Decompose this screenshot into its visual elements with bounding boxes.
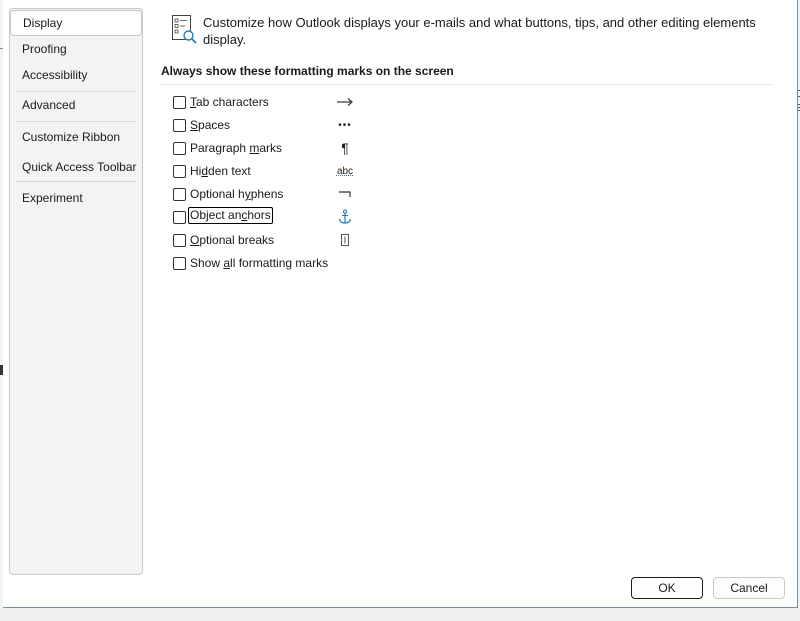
sidebar-item-display[interactable]: Display <box>10 10 142 36</box>
option-show-all-formatting-marks: Show all formatting marks <box>173 253 373 273</box>
tab-characters-checkbox[interactable] <box>173 96 186 109</box>
option-spaces: Spaces ••• <box>173 115 373 135</box>
anchor-icon <box>335 207 355 227</box>
optional-hyphens-label[interactable]: Optional hyphens <box>190 186 283 202</box>
arrow-right-icon <box>335 92 355 112</box>
sidebar-item-advanced[interactable]: Advanced <box>14 92 138 118</box>
optional-breaks-label[interactable]: Optional breaks <box>190 232 274 248</box>
sidebar-item-accessibility[interactable]: Accessibility <box>14 62 138 88</box>
sidebar-divider <box>16 121 136 122</box>
spaces-checkbox[interactable] <box>173 119 186 132</box>
option-hidden-text: Hidden text abc <box>173 161 373 181</box>
object-anchors-label[interactable]: Object anchors <box>188 207 273 224</box>
options-sidebar: Display Proofing Accessibility Advanced … <box>9 8 143 575</box>
hidden-text-label[interactable]: Hidden text <box>190 163 251 179</box>
object-anchors-checkbox[interactable] <box>173 211 186 224</box>
option-optional-hyphens: Optional hyphens <box>173 184 373 204</box>
section-title: Always show these formatting marks on th… <box>161 64 454 78</box>
hidden-text-icon: abc <box>336 165 354 177</box>
option-optional-breaks: Optional breaks <box>173 230 373 250</box>
tab-characters-label[interactable]: Tab characters <box>190 94 269 110</box>
header-description: Customize how Outlook displays your e-ma… <box>203 14 783 48</box>
option-paragraph-marks: Paragraph marks ¶ <box>173 138 373 158</box>
paragraph-marks-label[interactable]: Paragraph marks <box>190 140 282 156</box>
section-divider <box>161 84 773 85</box>
options-dialog: Display Proofing Accessibility Advanced … <box>3 0 798 608</box>
display-settings-icon <box>171 14 199 46</box>
sidebar-item-quick-access-toolbar[interactable]: Quick Access Toolbar <box>14 154 138 180</box>
sidebar-item-proofing[interactable]: Proofing <box>14 36 138 62</box>
sidebar-item-experiment[interactable]: Experiment <box>14 185 138 211</box>
header-description-line2: display. <box>203 32 247 47</box>
spaces-label[interactable]: Spaces <box>190 117 230 133</box>
sidebar-divider <box>16 181 136 182</box>
optional-break-icon <box>335 230 355 250</box>
option-object-anchors: Object anchors <box>173 207 373 227</box>
dots-icon: ••• <box>338 119 352 131</box>
hidden-text-checkbox[interactable] <box>173 165 186 178</box>
optional-breaks-checkbox[interactable] <box>173 234 186 247</box>
option-tab-characters: Tab characters <box>173 92 373 112</box>
pilcrow-icon: ¶ <box>341 140 349 156</box>
cancel-button[interactable]: Cancel <box>713 577 785 599</box>
optional-hyphens-checkbox[interactable] <box>173 188 186 201</box>
show-all-formatting-marks-label[interactable]: Show all formatting marks <box>190 255 328 271</box>
paragraph-marks-checkbox[interactable] <box>173 142 186 155</box>
background-bottom-strip <box>0 608 800 621</box>
header-description-line1: Customize how Outlook displays your e-ma… <box>203 15 756 30</box>
optional-hyphen-icon <box>335 184 355 204</box>
ok-button[interactable]: OK <box>631 577 703 599</box>
show-all-formatting-marks-checkbox[interactable] <box>173 257 186 270</box>
sidebar-item-customize-ribbon[interactable]: Customize Ribbon <box>14 124 138 150</box>
